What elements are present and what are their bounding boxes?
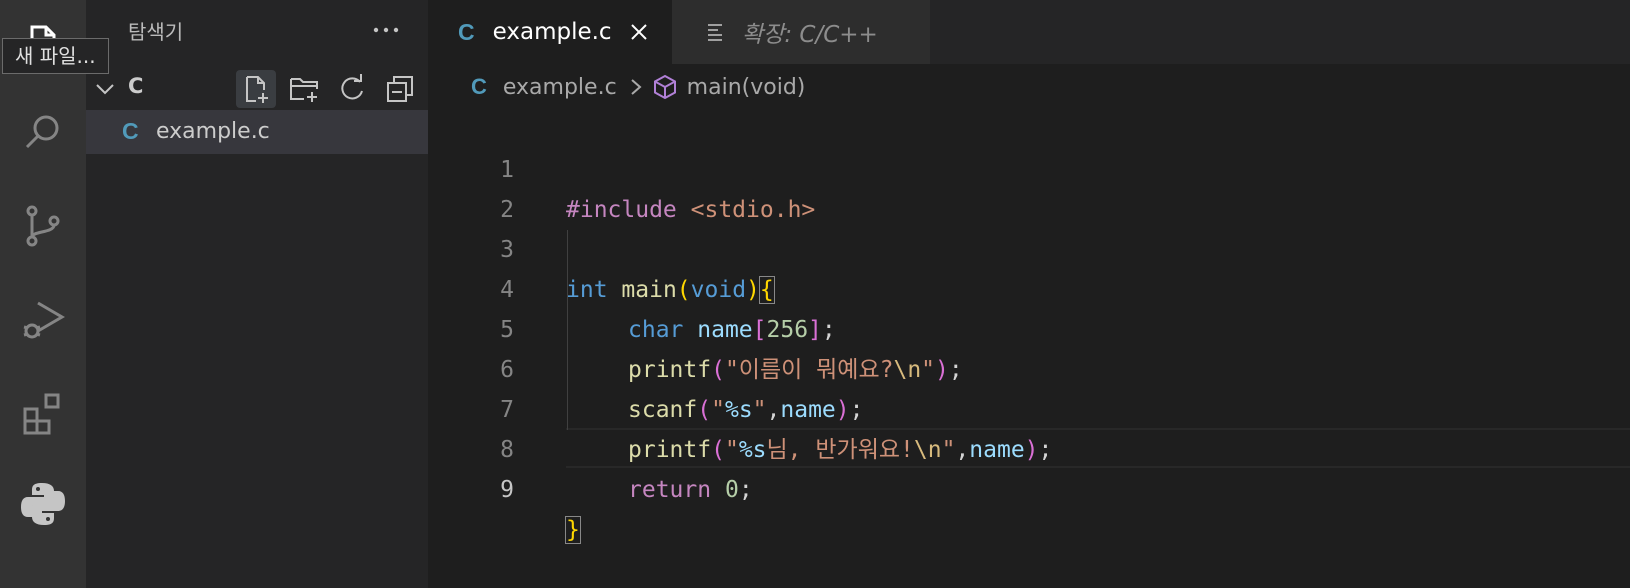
source-control-icon[interactable] [0, 186, 86, 266]
chevron-right-icon [631, 79, 642, 95]
more-actions-icon[interactable] [366, 10, 406, 50]
breadcrumb: C example.c main(void) [428, 64, 1630, 110]
close-icon[interactable] [626, 19, 652, 45]
code-line: 5 printf("이름이 뭐예요?\n"); [428, 270, 1630, 383]
file-item-example-c[interactable]: C example.c [86, 110, 428, 154]
code-line: 6 scanf("%s",name); [428, 310, 1630, 423]
code-line: 8 return 0; [428, 390, 1630, 503]
breadcrumb-file[interactable]: example.c [503, 75, 617, 100]
code-text: return 0; [628, 470, 753, 510]
code-line: 7 printf("%s님, 반가워요!\n",name); [428, 350, 1630, 463]
code-line: 1 #include <stdio.h> [428, 110, 1630, 223]
c-file-icon: C [122, 118, 139, 144]
file-name: example.c [156, 119, 270, 144]
token-brace: } [565, 516, 581, 544]
activity-bar [0, 0, 86, 588]
tab-label: example.c [492, 19, 612, 45]
new-folder-icon [290, 78, 318, 102]
code-text: } [565, 510, 581, 550]
tab-label: 확장: C/C++ [742, 22, 878, 48]
chevron-down-icon [96, 84, 114, 95]
collapse-all-icon [387, 76, 413, 102]
preview-icon [708, 24, 722, 41]
explorer-sidebar: 탐색기 C C example.c [86, 0, 428, 588]
breadcrumb-symbol[interactable]: main(void) [687, 75, 806, 100]
folder-name: C [128, 74, 144, 98]
tab-example-c[interactable]: C example.c [428, 0, 672, 64]
new-file-tooltip: 새 파일... [2, 38, 109, 74]
code-line: 4 char name[256]; [428, 230, 1630, 343]
method-cube-icon [653, 74, 676, 100]
new-file-button[interactable] [236, 70, 276, 108]
new-file-icon [246, 76, 268, 103]
refresh-button[interactable] [332, 70, 372, 108]
code-line-current: 9 } [428, 430, 1630, 544]
refresh-icon [341, 74, 363, 100]
code-editor[interactable]: 1 #include <stdio.h> 2 3 int main(void){… [428, 110, 1630, 588]
collapse-all-button[interactable] [380, 70, 420, 108]
token-punct: ; [738, 477, 753, 503]
c-file-icon: C [471, 74, 487, 99]
new-folder-button[interactable] [284, 70, 324, 108]
python-icon[interactable] [0, 464, 86, 544]
folder-row[interactable]: C [86, 68, 428, 108]
tab-bar: C example.c 확장: C/C++ [428, 0, 1630, 64]
extensions-icon[interactable] [0, 374, 86, 454]
code-line: 2 [428, 150, 1630, 223]
search-icon[interactable] [0, 92, 86, 172]
line-number: 9 [500, 477, 514, 503]
run-debug-icon[interactable] [0, 280, 86, 360]
token-keyword: return [628, 477, 712, 503]
token-number: 0 [724, 477, 739, 503]
sidebar-title: 탐색기 [128, 20, 184, 44]
tab-extension-cpp[interactable]: 확장: C/C++ [672, 0, 930, 64]
c-file-icon: C [458, 18, 475, 45]
code-line: 3 int main(void){ [428, 190, 1630, 304]
